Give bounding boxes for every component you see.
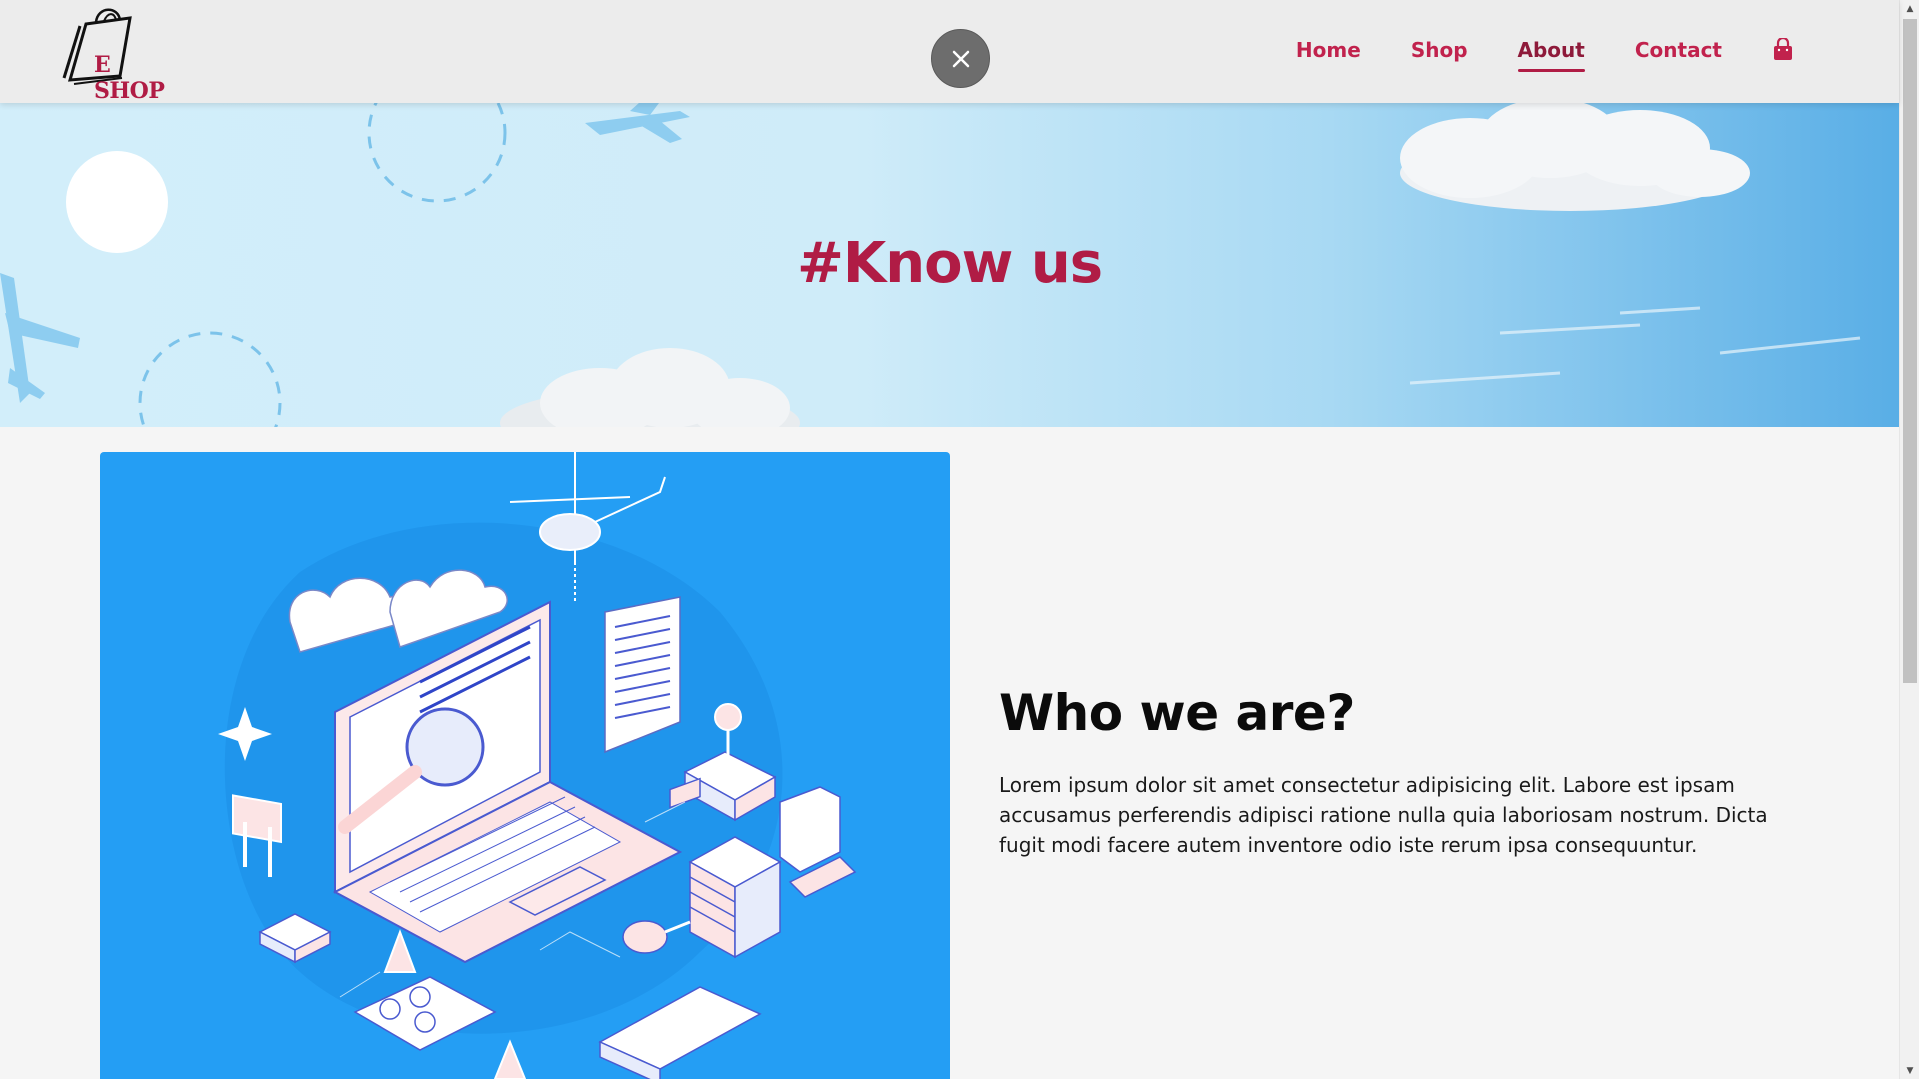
cart-button[interactable]: [1772, 36, 1794, 62]
close-icon: [952, 50, 969, 67]
dashed-circle-icon: [367, 103, 507, 203]
close-button[interactable]: [931, 29, 990, 88]
cloud-icon: [1400, 103, 1750, 211]
nav-about[interactable]: About: [1517, 38, 1586, 72]
laptop-illustration-icon: [218, 452, 857, 1079]
hero-banner: #Know us: [0, 103, 1899, 427]
shopping-bag-icon: [1774, 36, 1792, 60]
page-scrollbar[interactable]: ▲ ▼: [1899, 0, 1919, 1079]
about-heading: Who we are?: [999, 684, 1355, 742]
cloud-icon: [500, 348, 800, 427]
scroll-up-arrow-icon[interactable]: ▲: [1900, 0, 1919, 17]
main-nav: Home Shop About Contact: [1246, 36, 1794, 72]
eshop-logo[interactable]: E SHOP: [60, 8, 180, 104]
dashed-circle-icon: [138, 331, 282, 427]
about-paragraph: Lorem ipsum dolor sit amet consectetur a…: [999, 773, 1768, 857]
logo-text: E SHOP: [94, 52, 165, 104]
about-illustration: [100, 452, 950, 1079]
scroll-thumb[interactable]: [1903, 19, 1917, 683]
airplane-icon: [585, 103, 690, 143]
banner-title: #Know us: [796, 231, 1103, 296]
nav-home[interactable]: Home: [1296, 38, 1361, 62]
nav-contact[interactable]: Contact: [1635, 38, 1722, 62]
site-header: E SHOP Home Shop About Contact: [0, 0, 1899, 104]
scroll-down-arrow-icon[interactable]: ▼: [1900, 1062, 1919, 1079]
nav-shop[interactable]: Shop: [1411, 38, 1468, 62]
